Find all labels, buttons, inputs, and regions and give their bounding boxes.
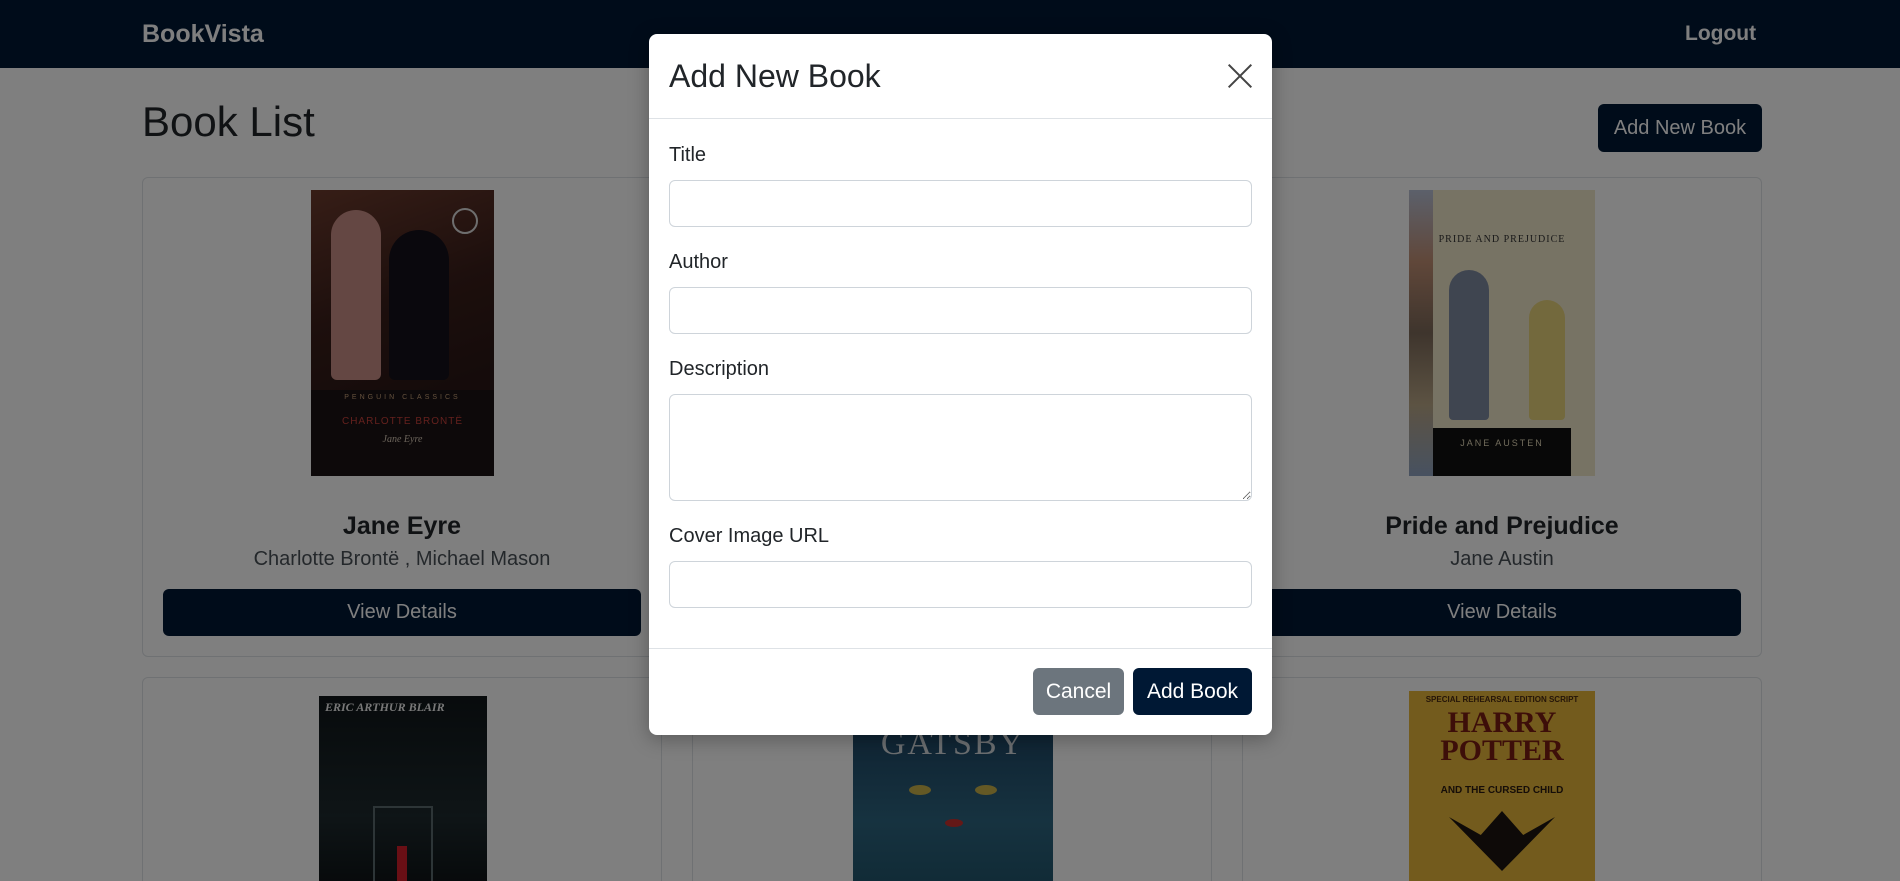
description-textarea[interactable] (669, 394, 1252, 501)
close-icon[interactable] (1226, 62, 1254, 90)
modal-footer: Cancel Add Book (649, 648, 1272, 735)
description-label: Description (669, 358, 770, 380)
cover-url-label: Cover Image URL (669, 525, 830, 547)
author-label: Author (669, 251, 728, 273)
title-label: Title (669, 144, 707, 166)
add-book-modal: Add New Book Title Author Description Co… (649, 34, 1272, 735)
cover-url-input[interactable] (669, 561, 1252, 608)
author-input[interactable] (669, 287, 1252, 334)
add-book-button[interactable]: Add Book (1133, 668, 1252, 715)
cancel-button[interactable]: Cancel (1033, 668, 1124, 715)
modal-title: Add New Book (669, 58, 881, 94)
title-input[interactable] (669, 180, 1252, 227)
modal-header: Add New Book (649, 34, 1272, 119)
